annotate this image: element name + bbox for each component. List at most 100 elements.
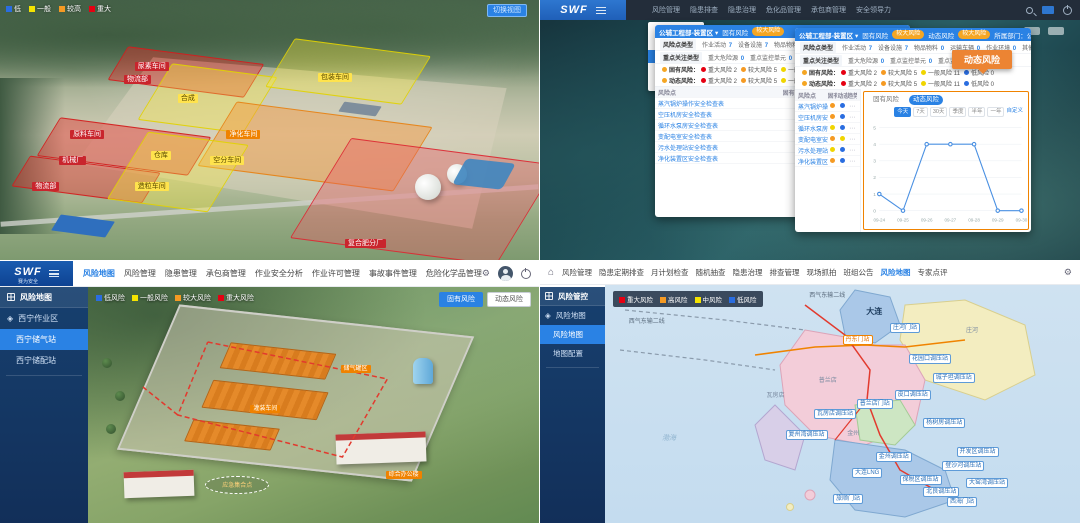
trend-icon[interactable]: ⋯ bbox=[847, 158, 857, 165]
nav-item[interactable]: 隐患治理 bbox=[728, 5, 756, 15]
sidebar-item[interactable]: 西宁储配站 bbox=[0, 350, 88, 371]
nav-item[interactable]: 月计划检查 bbox=[651, 267, 689, 278]
station-pill[interactable]: 花园口调压站 bbox=[909, 354, 951, 364]
range-chip[interactable]: 30天 bbox=[930, 107, 948, 117]
zone-label[interactable]: 尿素车间 bbox=[135, 62, 169, 71]
nav-item[interactable]: 承包商管理 bbox=[206, 268, 246, 279]
risk-point-link[interactable]: 净化装置区安全检查表 bbox=[658, 154, 783, 163]
risk-point-link[interactable]: 循环水泵房安全检查表 bbox=[658, 121, 783, 130]
filter-item[interactable]: 作业活动 7 bbox=[842, 43, 872, 52]
sidebar-item[interactable]: 风险地图 bbox=[0, 287, 88, 308]
station-pill[interactable]: 皮口调压站 bbox=[895, 390, 931, 400]
risk-mode-button[interactable]: 固有风险 bbox=[439, 292, 483, 307]
station-pill[interactable]: 丹东门站 bbox=[843, 335, 873, 345]
sidebar-item[interactable]: 地图配置 bbox=[540, 344, 605, 363]
risk-point-link[interactable]: 污水处理站安全检查表 bbox=[798, 146, 828, 155]
sidebar-item[interactable]: 西宁储气站 bbox=[0, 329, 88, 350]
brand-logo[interactable]: SWF bbox=[540, 0, 626, 20]
home-icon[interactable]: ⌂ bbox=[548, 267, 554, 278]
zone-label[interactable]: 净化车间 bbox=[226, 130, 260, 139]
settings-gear-icon[interactable]: ⚙ bbox=[1064, 267, 1072, 278]
risk-point-link[interactable]: 空压机房安全检查表 bbox=[658, 110, 783, 119]
filter-item[interactable]: 重点监控单元 0 bbox=[890, 56, 932, 65]
zone-label[interactable]: 仓库 bbox=[151, 151, 171, 160]
risk-point-link[interactable]: 循环水泵房安全检查表 bbox=[798, 124, 828, 133]
zone-label[interactable]: 复合肥分厂 bbox=[345, 239, 386, 248]
sidebar-item[interactable]: ◈风险地图 bbox=[540, 306, 605, 325]
station-pill[interactable]: 大窑湾调压站 bbox=[966, 478, 1008, 488]
brand-logo[interactable]: SWF赛为安全 bbox=[0, 261, 73, 286]
nav-item[interactable]: 事故事件管理 bbox=[369, 268, 417, 279]
nav-item[interactable]: 专家点评 bbox=[918, 267, 948, 278]
sidebar-item[interactable]: 风险管控 bbox=[540, 287, 605, 306]
station-pill[interactable]: 城子坦调压站 bbox=[933, 373, 975, 383]
nav-item[interactable]: 隐患治理 bbox=[733, 267, 763, 278]
range-chip[interactable]: 7天 bbox=[913, 107, 928, 117]
table-row[interactable]: 变配电室安全检查表⋯ bbox=[795, 134, 860, 145]
zone-label[interactable]: 机械厂 bbox=[59, 156, 86, 165]
risk-mode-button[interactable]: 动态风险 bbox=[487, 292, 531, 307]
logout-icon[interactable] bbox=[521, 269, 531, 279]
zone-label[interactable]: 物流部 bbox=[124, 75, 151, 84]
nav-item[interactable]: 排查管理 bbox=[770, 267, 800, 278]
nav-item[interactable]: 安全领导力 bbox=[856, 5, 891, 15]
nav-item[interactable]: 风险地图 bbox=[83, 268, 115, 279]
table-row[interactable]: 蒸汽锅炉操作安全检查表 ⋯ bbox=[795, 101, 860, 112]
window-title-dropdown[interactable]: 公辅工程部-装置区 ▾ bbox=[659, 27, 718, 37]
risk-point-link[interactable]: 污水处理站安全检查表 bbox=[658, 143, 783, 152]
station-pill[interactable]: 北良调压站 bbox=[923, 487, 959, 497]
nav-item[interactable]: 危险化学品管理 bbox=[426, 268, 482, 279]
station-pill[interactable]: 登沙河调压站 bbox=[942, 461, 984, 471]
trend-icon[interactable]: ⋯ bbox=[847, 125, 857, 132]
range-chip[interactable]: 一年 bbox=[987, 107, 1004, 117]
station-pill[interactable]: 金州调压站 bbox=[876, 452, 912, 462]
nav-item[interactable]: 随机抽查 bbox=[696, 267, 726, 278]
menu-icon[interactable] bbox=[596, 7, 606, 14]
sidebar-item[interactable]: ◈西宁作业区 bbox=[0, 308, 88, 329]
filter-item[interactable]: 设备设施 7 bbox=[738, 40, 768, 49]
user-avatar[interactable] bbox=[498, 266, 513, 281]
station-pill[interactable]: 瓦房店调压站 bbox=[814, 409, 856, 419]
station-pill[interactable]: 庄河门站 bbox=[890, 323, 920, 333]
zone-label[interactable]: 物流部 bbox=[32, 182, 59, 191]
range-chip[interactable]: 今天 bbox=[894, 107, 911, 117]
station-pill[interactable]: 大连LNG bbox=[852, 468, 882, 478]
risk-point-link[interactable]: 净化装置区安全检查表 bbox=[798, 157, 828, 166]
table-row[interactable]: 循环水泵房安全检查表 ⋯ bbox=[795, 123, 860, 134]
table-row[interactable]: 空压机房安全检查表⋯ bbox=[795, 112, 860, 123]
filter-item[interactable]: 重点监控单元 0 bbox=[750, 53, 792, 62]
nav-item[interactable]: 班组公告 bbox=[844, 267, 874, 278]
filter-item[interactable]: 作业活动 7 bbox=[702, 40, 732, 49]
range-chip[interactable]: 半年 bbox=[968, 107, 985, 117]
nav-item[interactable]: 风险管理 bbox=[562, 267, 592, 278]
window-title-dropdown[interactable]: 公辅工程部-装置区 ▾ bbox=[799, 30, 858, 40]
nav-item[interactable]: 风险管理 bbox=[652, 5, 680, 15]
trend-icon[interactable]: ⋯ bbox=[847, 114, 857, 121]
station-pill[interactable]: 普兰店门站 bbox=[857, 399, 893, 409]
filter-item[interactable]: 重大危险源 0 bbox=[708, 53, 744, 62]
nav-item[interactable]: 作业安全分析 bbox=[255, 268, 303, 279]
zone-label[interactable]: 造粒车间 bbox=[135, 182, 169, 191]
panel-tab[interactable]: 动态风险 bbox=[909, 95, 943, 105]
filter-item[interactable]: 重大危险源 0 bbox=[848, 56, 884, 65]
station-pill[interactable]: 保税区调压站 bbox=[900, 475, 942, 485]
station-pill[interactable]: 开发区调压站 bbox=[957, 447, 999, 457]
nav-item[interactable]: 危化品管理 bbox=[766, 5, 801, 15]
zone-label[interactable]: 合成 bbox=[178, 94, 198, 103]
settings-gear-icon[interactable]: ⚙ bbox=[482, 268, 490, 279]
risk-point-link[interactable]: 变配电室安全检查表 bbox=[798, 135, 828, 144]
switch-view-button[interactable]: 切换视图 bbox=[487, 4, 527, 17]
risk-point-link[interactable]: 蒸汽锅炉操作安全检查表 bbox=[658, 99, 783, 108]
nav-item[interactable]: 作业许可管理 bbox=[312, 268, 360, 279]
table-row[interactable]: 污水处理站安全检查表⋯ bbox=[795, 145, 860, 156]
custom-range-link[interactable]: 自定义 bbox=[1006, 107, 1023, 117]
zone-label[interactable]: 空分车间 bbox=[210, 156, 244, 165]
risk-point-link[interactable]: 变配电室安全检查表 bbox=[658, 132, 783, 141]
trend-icon[interactable]: ⋯ bbox=[847, 103, 857, 110]
risk-point-link[interactable]: 蒸汽锅炉操作安全检查表 bbox=[798, 102, 828, 111]
zone-label[interactable]: 原料车间 bbox=[70, 130, 104, 139]
filter-item[interactable]: 其他 0 bbox=[1022, 43, 1031, 52]
nav-item[interactable]: 现场抓拍 bbox=[807, 267, 837, 278]
sidebar-item[interactable]: 风险地图 bbox=[540, 325, 605, 344]
range-chip[interactable]: 季度 bbox=[949, 107, 966, 117]
